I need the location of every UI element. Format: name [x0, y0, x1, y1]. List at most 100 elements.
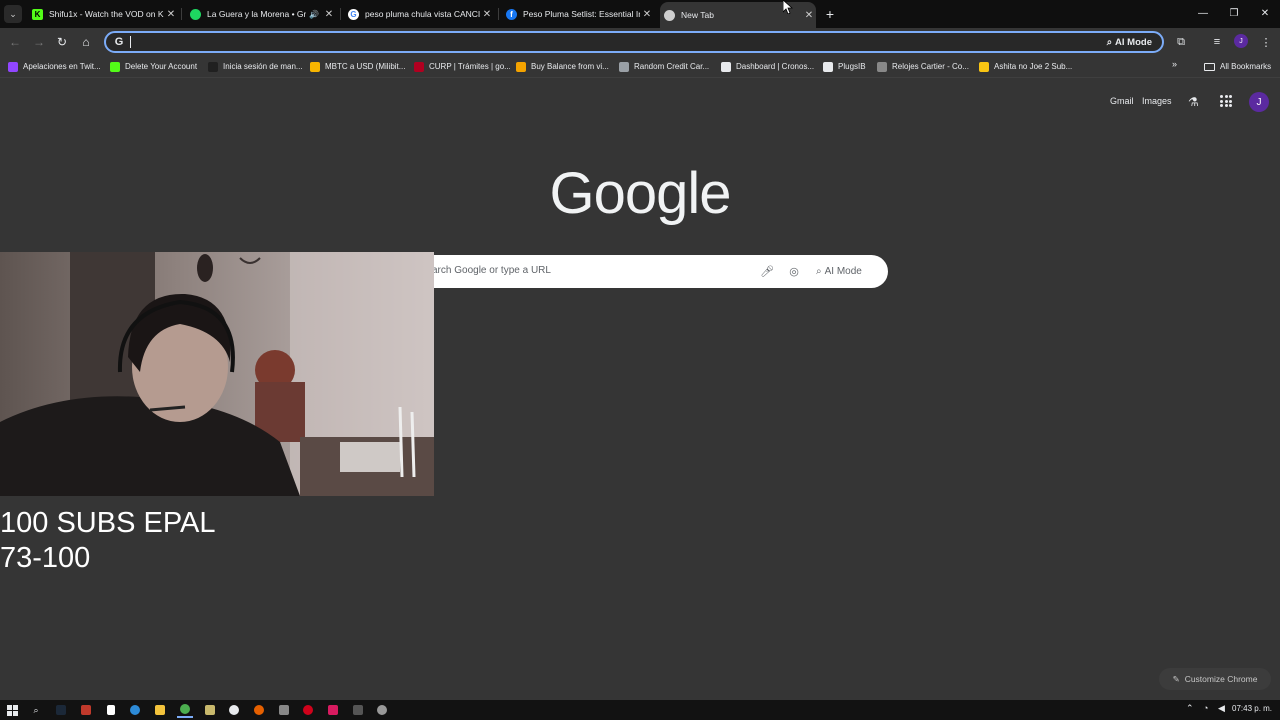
- close-icon[interactable]: ✕: [640, 9, 654, 20]
- tab-title: peso pluma chula vista CANCI: [365, 9, 480, 19]
- tab-spotify[interactable]: La Guera y la Morena • Gru 🔊 ✕: [186, 3, 336, 25]
- bookmark-item[interactable]: CURP | Trámites | go...: [414, 59, 510, 74]
- menu-kebab-icon[interactable]: ⋮: [1256, 32, 1276, 52]
- bookmarks-overflow-button[interactable]: »: [1172, 59, 1177, 69]
- tab-facebook[interactable]: f Peso Pluma Setlist: Essential Inf ✕: [502, 3, 654, 25]
- media-controls-icon[interactable]: ≡: [1207, 32, 1227, 52]
- bookmark-label: Dashboard | Cronos...: [736, 62, 815, 71]
- volume-icon[interactable]: ◀: [1218, 703, 1225, 714]
- app-icon[interactable]: [276, 702, 292, 718]
- ai-mode-button[interactable]: ⌕ AI Mode: [1103, 34, 1156, 50]
- restore-icon[interactable]: ❐: [1224, 4, 1244, 22]
- tray-overflow-icon[interactable]: ⌃: [1186, 703, 1194, 714]
- extensions-icon[interactable]: ⧉: [1171, 32, 1191, 52]
- close-icon[interactable]: ✕: [322, 9, 336, 20]
- bookmark-item[interactable]: Delete Your Account: [110, 59, 202, 74]
- apps-grid-icon[interactable]: [1220, 95, 1232, 107]
- bookmark-item[interactable]: Dashboard | Cronos...: [721, 59, 817, 74]
- edge-icon[interactable]: [127, 702, 143, 718]
- bookmark-favicon-icon: [619, 61, 629, 72]
- app-icon[interactable]: [325, 702, 341, 718]
- bookmark-label: MBTC a USD (Milibit...: [325, 62, 406, 71]
- minimize-icon[interactable]: —: [1193, 4, 1213, 22]
- bookmark-label: Inicia sesión de man...: [223, 62, 303, 71]
- tab-kick[interactable]: K Shifu1x - Watch the VOD on Ki ✕: [28, 3, 178, 25]
- customize-chrome-button[interactable]: ✎ Customize Chrome: [1159, 668, 1271, 690]
- file-explorer-icon[interactable]: [152, 702, 168, 718]
- bookmark-label: Delete Your Account: [125, 62, 198, 71]
- steam-icon[interactable]: [53, 702, 69, 718]
- bookmark-item[interactable]: Relojes Cartier - Co...: [877, 59, 973, 74]
- app-icon[interactable]: [350, 702, 366, 718]
- search-icon[interactable]: ⌕: [28, 702, 44, 718]
- firefox-icon[interactable]: [251, 702, 267, 718]
- bookmark-item[interactable]: MBTC a USD (Milibit...: [310, 59, 408, 74]
- tab-title: Shifu1x - Watch the VOD on Ki: [49, 9, 164, 19]
- gmail-link[interactable]: Gmail: [1110, 96, 1134, 106]
- close-icon[interactable]: ✕: [802, 10, 816, 21]
- app-icon[interactable]: [202, 702, 218, 718]
- tab-divider: [181, 8, 182, 20]
- mouse-cursor-icon: [783, 0, 793, 14]
- lens-icon[interactable]: ◎: [788, 264, 800, 278]
- text-caret: [130, 36, 131, 48]
- close-icon[interactable]: ✕: [164, 9, 178, 20]
- speaker-icon[interactable]: 🔊: [306, 10, 322, 19]
- tab-title: Peso Pluma Setlist: Essential Inf: [523, 9, 640, 19]
- spotify-icon: [190, 8, 201, 20]
- google-logo: Google: [549, 161, 731, 226]
- bookmark-item[interactable]: Ashita no Joe 2 Sub...: [979, 59, 1075, 74]
- tab-title: La Guera y la Morena • Gru: [207, 9, 306, 19]
- address-bar[interactable]: G ⌕ AI Mode: [104, 31, 1164, 53]
- ai-mode-button[interactable]: ⌕ AI Mode: [816, 263, 862, 280]
- labs-flask-icon[interactable]: ⚗: [1188, 95, 1199, 109]
- bookmark-item[interactable]: Apelaciones en Twit...: [8, 59, 104, 74]
- bookmark-item[interactable]: Inicia sesión de man...: [208, 59, 304, 74]
- tab-divider: [498, 8, 499, 20]
- taskbar-clock[interactable]: 07:43 p. m.: [1232, 704, 1272, 713]
- document-icon[interactable]: [103, 702, 119, 718]
- forward-button[interactable]: →: [29, 32, 49, 52]
- bookmark-item[interactable]: Buy Balance from vi...: [516, 59, 612, 74]
- bookmark-item[interactable]: PlugsIB: [823, 59, 871, 74]
- opera-icon[interactable]: [300, 702, 316, 718]
- bookmark-favicon-icon: [721, 61, 731, 72]
- ai-search-icon: ⌕: [1106, 36, 1113, 48]
- home-button[interactable]: ⌂: [76, 32, 96, 52]
- tab-search-button[interactable]: ⌄: [4, 5, 22, 23]
- network-icon[interactable]: ◔: [1203, 703, 1208, 713]
- bookmark-label: Apelaciones en Twit...: [23, 62, 101, 71]
- bookmark-label: Ashita no Joe 2 Sub...: [994, 62, 1073, 71]
- chrome-icon[interactable]: [177, 702, 193, 718]
- tab-google-search[interactable]: G peso pluma chula vista CANCI ✕: [344, 3, 494, 25]
- stream-overlay-count: 73-100: [0, 542, 91, 574]
- google-icon: G: [348, 8, 359, 20]
- bookmark-label: CURP | Trámites | go...: [429, 62, 510, 71]
- bookmark-item[interactable]: Random Credit Car...: [619, 59, 715, 74]
- reload-button[interactable]: ↻: [52, 32, 72, 52]
- google-icon: G: [114, 36, 124, 48]
- ntp-search-box[interactable]: arch Google or type a URL 🎤︎ ◎ ⌕ AI Mode: [392, 255, 888, 288]
- bookmark-favicon-icon: [8, 61, 18, 72]
- ai-search-icon: ⌕: [816, 266, 822, 277]
- pencil-icon: ✎: [1172, 673, 1180, 684]
- bookmark-favicon-icon: [979, 61, 989, 72]
- close-window-icon[interactable]: ✕: [1255, 4, 1275, 22]
- bookmark-label: Random Credit Car...: [634, 62, 710, 71]
- images-link[interactable]: Images: [1142, 96, 1172, 106]
- account-avatar[interactable]: J: [1249, 92, 1269, 112]
- app-icon[interactable]: [78, 702, 94, 718]
- search-placeholder: arch Google or type a URL: [432, 265, 551, 276]
- windows-start-icon[interactable]: [4, 702, 20, 718]
- chrome-icon: [664, 9, 675, 21]
- app-icon[interactable]: [226, 702, 242, 718]
- webcam-overlay: [0, 252, 434, 496]
- profile-avatar[interactable]: J: [1234, 34, 1248, 48]
- all-bookmarks-button[interactable]: All Bookmarks: [1204, 59, 1271, 74]
- back-button[interactable]: ←: [5, 32, 25, 52]
- bookmark-favicon-icon: [516, 61, 526, 72]
- microphone-icon[interactable]: 🎤︎: [760, 264, 774, 278]
- close-icon[interactable]: ✕: [480, 9, 494, 20]
- app-icon[interactable]: [374, 702, 390, 718]
- new-tab-button[interactable]: +: [821, 5, 839, 23]
